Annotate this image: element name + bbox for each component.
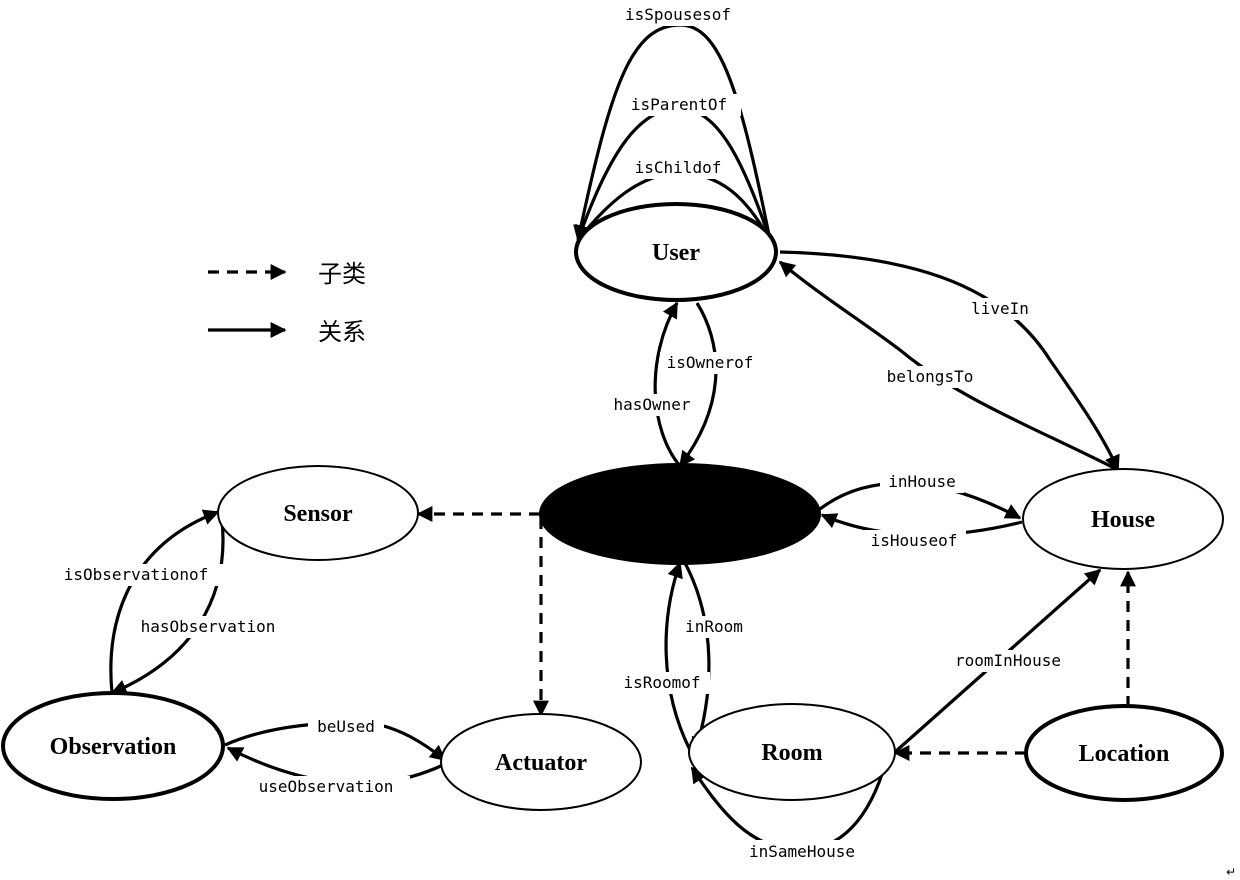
label-isOwnerof: isOwnerof — [667, 353, 754, 372]
label-belongsTo: belongsTo — [887, 367, 974, 386]
edge-liveIn — [779, 250, 1120, 472]
label-isHouseof: isHouseof — [871, 531, 958, 550]
label-isSpouseof: isSpousesof — [625, 5, 731, 24]
label-inSameHouse: inSameHouse — [749, 842, 855, 861]
node-user[interactable]: User — [574, 202, 778, 302]
legend-relation-label: 关系 — [318, 318, 366, 346]
node-device[interactable] — [539, 463, 821, 565]
node-house-label: House — [1091, 507, 1155, 533]
node-observation-label: Observation — [50, 734, 177, 760]
node-observation[interactable]: Observation — [1, 691, 225, 801]
node-actuator[interactable]: Actuator — [440, 713, 642, 811]
label-isChildof: isChildof — [635, 158, 722, 177]
node-sensor-label: Sensor — [283, 501, 353, 527]
node-room-label: Room — [761, 740, 822, 766]
label-isObservationof: isObservationof — [64, 565, 209, 584]
label-useObservation: useObservation — [259, 777, 394, 796]
label-roomInHouse: roomInHouse — [955, 651, 1061, 670]
edge-hasOwner — [653, 301, 682, 468]
legend-subclass-label: 子类 — [318, 260, 366, 288]
edge-inRoom — [683, 562, 711, 754]
label-beUsed: beUsed — [317, 717, 375, 736]
node-sensor[interactable]: Sensor — [217, 465, 419, 561]
paragraph-mark: ↵ — [1226, 865, 1236, 879]
node-user-label: User — [652, 240, 700, 266]
node-actuator-label: Actuator — [495, 750, 587, 776]
edge-hasObservation — [110, 519, 225, 695]
label-isRoomof: isRoomof — [623, 673, 700, 692]
label-inHouse: inHouse — [888, 472, 955, 491]
ontology-diagram: 子类 关系 User Sensor House Observation Actu… — [1, 4, 1236, 879]
node-house[interactable]: House — [1022, 468, 1224, 570]
legend: 子类 关系 — [208, 260, 366, 346]
node-location-label: Location — [1079, 741, 1170, 767]
label-inRoom: inRoom — [685, 617, 743, 636]
edge-isOwnerof — [678, 302, 718, 468]
label-liveIn: liveIn — [971, 299, 1029, 318]
label-hasObservation: hasObservation — [141, 617, 276, 636]
edge-isObservationof — [109, 509, 220, 694]
label-hasOwner: hasOwner — [613, 395, 690, 414]
node-location[interactable]: Location — [1024, 704, 1224, 802]
edge-isRoomof — [664, 561, 692, 751]
edges — [109, 23, 1136, 852]
node-room[interactable]: Room — [688, 703, 896, 801]
label-isParentOf: isParentOf — [631, 95, 727, 114]
